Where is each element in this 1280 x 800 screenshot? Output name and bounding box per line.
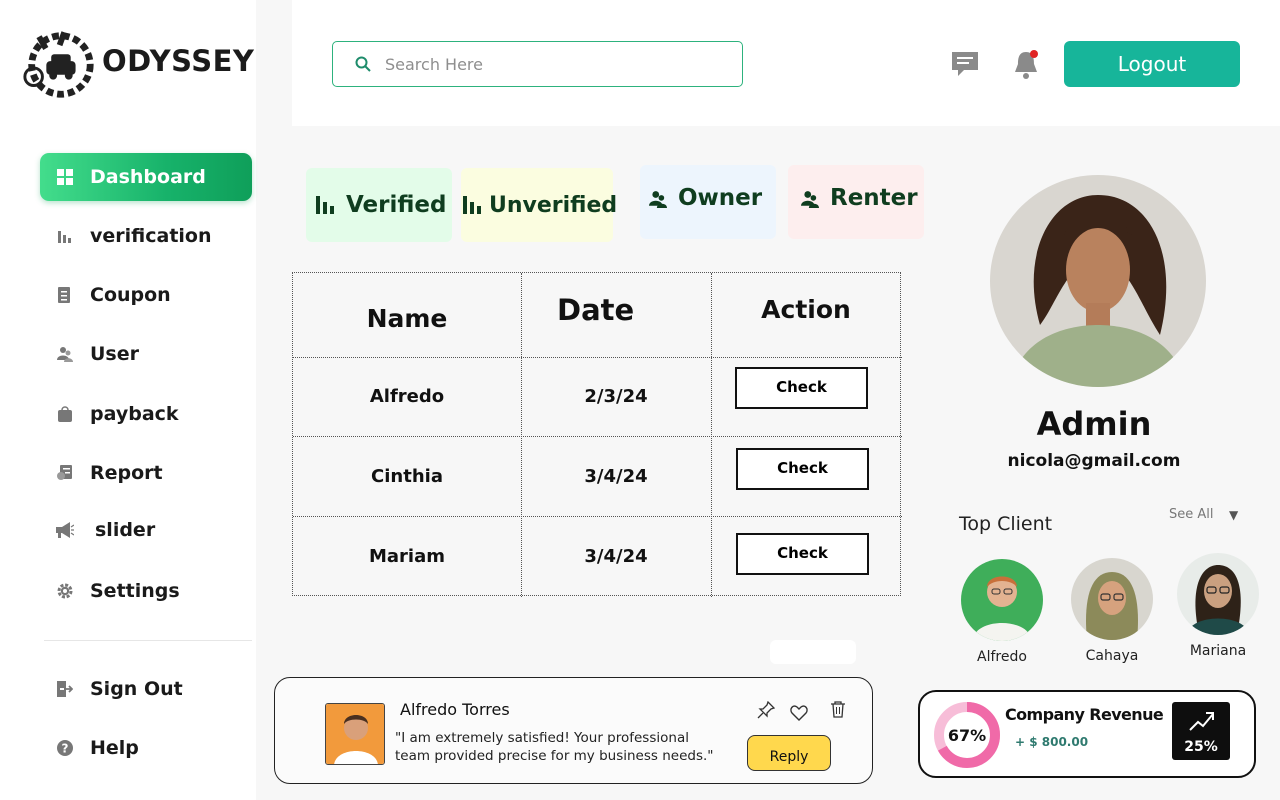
- sidebar-item-label: Settings: [90, 580, 180, 602]
- sidebar-item-slider[interactable]: slider: [40, 506, 252, 554]
- sidebar-divider: [44, 640, 252, 641]
- row-date: 3/4/24: [584, 545, 648, 567]
- filter-owner[interactable]: Owner: [640, 165, 776, 239]
- sidebar-item-label: Sign Out: [90, 678, 183, 700]
- table-header-date: Date: [557, 293, 635, 327]
- logout-button[interactable]: Logout: [1064, 41, 1240, 87]
- sidebar-item-label: slider: [95, 519, 156, 541]
- ticket-icon: [56, 286, 74, 304]
- client-avatar: [1177, 553, 1259, 635]
- sidebar-item-label: verification: [90, 225, 212, 247]
- sidebar: ODYSSEY Dashboard verification Coupon Us…: [0, 0, 256, 800]
- report-icon: [56, 464, 74, 482]
- users-icon: [56, 345, 74, 363]
- grid-icon: [56, 168, 74, 186]
- admin-name: Admin: [1036, 405, 1152, 443]
- row-name: Mariam: [368, 545, 445, 567]
- sidebar-item-payback[interactable]: payback: [40, 390, 252, 438]
- revenue-growth-badge: 25%: [1172, 702, 1230, 760]
- review-card: Alfredo Torres "I am extremely satisfied…: [274, 677, 873, 784]
- check-button[interactable]: Check: [736, 533, 869, 575]
- svg-text:?: ?: [62, 742, 69, 756]
- admin-email: nicola@gmail.com: [1007, 451, 1181, 471]
- check-button[interactable]: Check: [736, 448, 869, 490]
- megaphone-icon: [56, 521, 74, 539]
- sidebar-item-user[interactable]: User: [40, 330, 252, 378]
- admin-avatar: [990, 175, 1206, 387]
- top-header: Logout: [292, 0, 1280, 126]
- users-icon: [800, 189, 820, 209]
- row-date: 2/3/24: [584, 386, 648, 407]
- gear-icon: [56, 582, 74, 600]
- trend-up-icon: [1189, 712, 1214, 731]
- verification-table: Name Date Action Alfredo 2/3/24 Check Ci…: [292, 272, 902, 597]
- sidebar-item-label: Help: [90, 737, 139, 759]
- sidebar-item-sign-out[interactable]: Sign Out: [40, 665, 252, 713]
- check-button[interactable]: Check: [735, 367, 868, 409]
- client-avatar: [961, 559, 1043, 641]
- table-header-action: Action: [761, 295, 851, 324]
- top-client-item[interactable]: Cahaya: [1070, 558, 1154, 664]
- client-avatar: [1071, 558, 1153, 640]
- company-revenue-card: 67% Company Revenue + $ 800.00 25%: [918, 690, 1256, 778]
- pin-icon[interactable]: [757, 701, 775, 719]
- sidebar-item-coupon[interactable]: Coupon: [40, 271, 252, 319]
- notification-bell-icon[interactable]: [1012, 48, 1040, 80]
- see-all-link[interactable]: See All: [1169, 507, 1214, 522]
- filter-renter[interactable]: Renter: [788, 165, 924, 239]
- search-box[interactable]: [332, 41, 743, 87]
- sidebar-item-label: payback: [90, 403, 179, 425]
- row-name: Cinthia: [371, 465, 443, 487]
- filter-label: Verified: [346, 192, 447, 218]
- brand-name: ODYSSEY: [102, 44, 255, 78]
- filter-label: Unverified: [489, 192, 618, 218]
- search-input[interactable]: [385, 54, 715, 74]
- reviewer-avatar: [325, 703, 385, 765]
- brand-logo[interactable]: ODYSSEY: [20, 26, 254, 108]
- filter-unverified[interactable]: Unverified: [461, 168, 617, 242]
- heart-icon[interactable]: [790, 704, 808, 722]
- sidebar-item-dashboard[interactable]: Dashboard: [40, 153, 252, 201]
- gear-car-logo-icon: [23, 31, 94, 98]
- top-client-title: Top Client: [959, 513, 1053, 535]
- row-name: Alfredo: [369, 386, 445, 407]
- row-date: 3/4/24: [584, 465, 648, 487]
- sidebar-item-label: Report: [90, 462, 163, 484]
- sidebar-item-label: User: [90, 343, 139, 365]
- caret-down-icon[interactable]: ▼: [1229, 508, 1238, 522]
- filter-label: Owner: [678, 185, 763, 211]
- users-icon: [648, 189, 668, 209]
- reviewer-name: Alfredo Torres: [400, 700, 510, 719]
- top-client-item[interactable]: Alfredo: [960, 559, 1044, 665]
- reply-button[interactable]: Reply: [747, 735, 831, 771]
- chat-icon[interactable]: [950, 50, 980, 78]
- bar-chart-icon: [316, 195, 336, 215]
- client-name: Cahaya: [1085, 648, 1139, 664]
- sidebar-item-verification[interactable]: verification: [40, 212, 252, 260]
- sidebar-item-help[interactable]: ? Help: [40, 724, 252, 772]
- client-name: Mariana: [1189, 643, 1247, 659]
- bar-chart-icon: [463, 195, 483, 215]
- bar-chart-icon: [56, 227, 74, 245]
- filter-verified[interactable]: Verified: [306, 168, 452, 242]
- review-text: "I am extremely satisfied! Your professi…: [395, 730, 714, 764]
- revenue-percent: 67%: [947, 725, 987, 745]
- search-icon: [355, 56, 371, 72]
- trash-icon[interactable]: [829, 700, 847, 718]
- sidebar-item-label: Coupon: [90, 284, 171, 306]
- blank-card: [770, 640, 856, 664]
- bag-icon: [56, 405, 74, 423]
- sidebar-item-settings[interactable]: Settings: [40, 567, 252, 615]
- revenue-title: Company Revenue: [1005, 705, 1164, 724]
- top-client-item[interactable]: Mariana: [1176, 553, 1260, 659]
- sidebar-item-label: Dashboard: [90, 166, 206, 188]
- revenue-amount: + $ 800.00: [1015, 735, 1089, 749]
- sidebar-item-report[interactable]: Report: [40, 449, 252, 497]
- table-header-name: Name: [366, 304, 448, 333]
- revenue-growth-label: 25%: [1184, 739, 1218, 755]
- help-icon: ?: [56, 739, 74, 757]
- filter-label: Renter: [830, 185, 918, 211]
- client-name: Alfredo: [977, 649, 1027, 665]
- sign-out-icon: [56, 680, 74, 698]
